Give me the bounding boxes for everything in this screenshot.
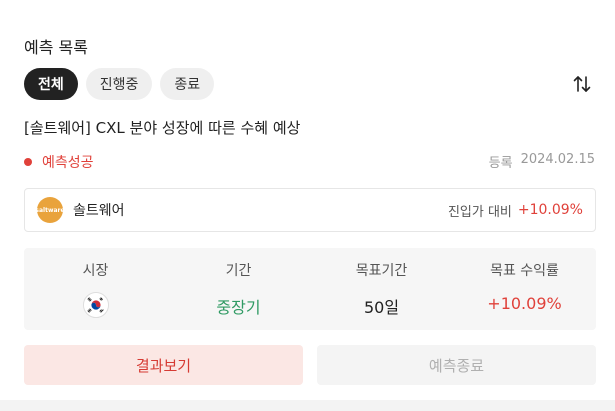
prediction-headline[interactable]: [솔트웨어] CXL 분야 성장에 따른 수혜 예상 [24, 117, 300, 138]
korea-flag-icon [82, 292, 109, 318]
status-dot-icon [24, 158, 32, 166]
period-label: 기간 [225, 263, 252, 279]
compare-label: 진입가 대비 [447, 204, 512, 220]
entry-price-compare: 진입가 대비 +10.09% [448, 201, 583, 220]
target-return-value: +10.09% [487, 294, 562, 313]
compare-value: +10.09% [517, 202, 583, 218]
tab-ended[interactable]: 종료 [160, 68, 215, 100]
sort-arrows-icon[interactable] [570, 72, 594, 96]
stock-logo-icon: saltware [35, 197, 65, 223]
stat-target-return: 목표 수익률 +10.09% [453, 248, 596, 330]
end-prediction-button[interactable]: 예측종료 [317, 345, 596, 385]
tab-in-progress[interactable]: 진행중 [85, 68, 153, 100]
target-period-value: 50일 [363, 298, 400, 317]
bottom-divider [0, 400, 615, 411]
prediction-status: 예측성공 [24, 152, 94, 172]
stock-name: 솔트웨어 [73, 203, 125, 219]
stat-period: 기간 중장기 [167, 248, 310, 330]
filter-tabs: 전체 진행중 종료 [24, 68, 215, 100]
status-text: 예측성공 [42, 155, 94, 171]
period-value: 중장기 [216, 298, 261, 317]
target-return-label: 목표 수익률 [490, 263, 559, 279]
market-label: 시장 [82, 263, 109, 279]
stock-card[interactable]: saltware 솔트웨어 진입가 대비 +10.09% [24, 188, 596, 232]
view-result-button[interactable]: 결과보기 [24, 345, 303, 385]
tab-all[interactable]: 전체 [24, 68, 78, 100]
stat-target-period: 목표기간 50일 [310, 248, 453, 330]
registration-info: 등록 2024.02.15 [489, 152, 595, 171]
prediction-stats: 시장 기간 중장기 목표기간 50일 목표 수익률 +10.09% [24, 248, 596, 330]
registered-label: 등록 [488, 156, 513, 171]
stat-market: 시장 [24, 248, 167, 330]
page-title: 예측 목록 [24, 38, 88, 57]
target-period-label: 목표기간 [355, 263, 408, 279]
registered-date: 2024.02.15 [520, 152, 595, 167]
